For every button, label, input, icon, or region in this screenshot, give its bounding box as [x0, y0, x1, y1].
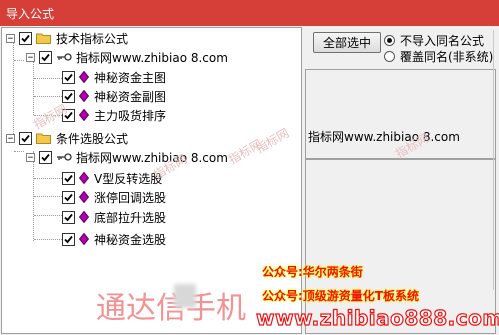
item-checkbox[interactable]	[62, 89, 75, 103]
collapse-toggle-icon[interactable]: −	[26, 52, 35, 62]
ad-text: 公众号:顶级游资量化T板系统	[262, 289, 419, 303]
title-bar: 导入公式	[0, 0, 499, 26]
window-title: 导入公式	[6, 7, 55, 21]
import-formula-dialog: 导入公式 − 技术指标公式 − 指标网www.zhibiao 8.com 神秘资…	[0, 0, 499, 335]
radio-label: 不导入同名公式	[400, 34, 485, 48]
item-label: 神秘资金副图	[94, 89, 167, 104]
radio-overwrite-duplicates[interactable]: 覆盖同名(非系统)	[384, 48, 493, 65]
radio-selected-icon[interactable]	[384, 35, 395, 46]
item-checkbox[interactable]	[62, 232, 75, 246]
tree-item-row[interactable]: 神秘资金选股	[62, 230, 166, 248]
tree-item-row[interactable]: V型反转选股	[62, 169, 162, 187]
item-checkbox[interactable]	[62, 171, 75, 185]
tree-group-row[interactable]: − 条件选股公式	[6, 129, 128, 147]
group-checkbox[interactable]	[19, 131, 32, 145]
tree-group-row[interactable]: − 技术指标公式	[6, 29, 128, 47]
item-label: 涨停回调选股	[94, 190, 167, 205]
tree-publisher-row[interactable]: − 指标网www.zhibiao 8.com	[26, 148, 228, 166]
collapse-toggle-icon[interactable]: −	[26, 152, 35, 162]
tree-connector	[13, 42, 14, 142]
tree-item-row[interactable]: 神秘资金副图	[62, 87, 166, 105]
group-label: 技术指标公式	[56, 31, 129, 46]
publisher-checkbox[interactable]	[39, 50, 52, 64]
ad-text: 公众号:华尔两条街	[262, 265, 363, 279]
publisher-label: 指标网www.zhibiao 8.com	[76, 50, 228, 65]
collapse-toggle-icon[interactable]: −	[6, 133, 15, 143]
item-label: 神秘资金主图	[94, 70, 167, 85]
formula-gem-icon	[79, 90, 89, 102]
key-icon	[57, 153, 72, 161]
tree-connector	[33, 60, 34, 115]
item-label: 主力吸货排序	[94, 108, 167, 123]
tree-connector	[14, 151, 24, 152]
blur-patch	[174, 284, 196, 308]
formula-gem-icon	[79, 172, 89, 184]
tree-connector	[34, 215, 62, 216]
publisher-label: 指标网www.zhibiao 8.com	[76, 150, 228, 165]
tree-item-row[interactable]: 神秘资金主图	[62, 68, 166, 86]
item-checkbox[interactable]	[62, 70, 75, 84]
tree-item-row[interactable]: 涨停回调选股	[62, 188, 166, 206]
radio-unselected-icon[interactable]	[384, 51, 395, 62]
watermark-text: 指标网	[31, 101, 70, 132]
folder-icon	[36, 133, 51, 144]
item-label: 神秘资金选股	[94, 232, 167, 247]
formula-gem-icon	[79, 211, 89, 223]
radio-skip-duplicates[interactable]: 不导入同名公式	[384, 32, 484, 49]
item-checkbox[interactable]	[62, 190, 75, 204]
watermark-big-text: 通达信手机	[96, 291, 246, 326]
scrollbar-track[interactable]	[493, 30, 498, 290]
tree-item-row[interactable]: 底部拉升选股	[62, 208, 166, 226]
info-text: 指标网www.zhibiao 8.com	[308, 130, 460, 144]
tree-connector	[34, 239, 62, 240]
tree-publisher-row[interactable]: − 指标网www.zhibiao 8.com	[26, 48, 228, 66]
publisher-checkbox[interactable]	[39, 150, 52, 164]
formula-gem-icon	[79, 71, 89, 83]
group-label: 条件选股公式	[56, 131, 129, 146]
key-icon	[57, 53, 72, 61]
tree-connector	[34, 96, 62, 97]
formula-gem-icon	[79, 233, 89, 245]
formula-gem-icon	[79, 191, 89, 203]
item-checkbox[interactable]	[62, 210, 75, 224]
ad-url-text: www.zhibiao888.com	[255, 305, 499, 330]
tree-item-row[interactable]: 主力吸货排序	[62, 106, 166, 124]
item-label: 底部拉升选股	[94, 210, 167, 225]
collapse-toggle-icon[interactable]: −	[6, 33, 15, 43]
tree-connector	[34, 78, 62, 79]
select-all-button[interactable]: 全部选中	[313, 32, 381, 53]
tree-connector	[34, 196, 62, 197]
group-checkbox[interactable]	[19, 31, 32, 45]
tree-connector	[34, 178, 62, 179]
formula-gem-icon	[79, 109, 89, 121]
folder-icon	[36, 33, 51, 44]
tree-connector	[14, 60, 24, 61]
radio-label: 覆盖同名(非系统)	[400, 50, 494, 64]
